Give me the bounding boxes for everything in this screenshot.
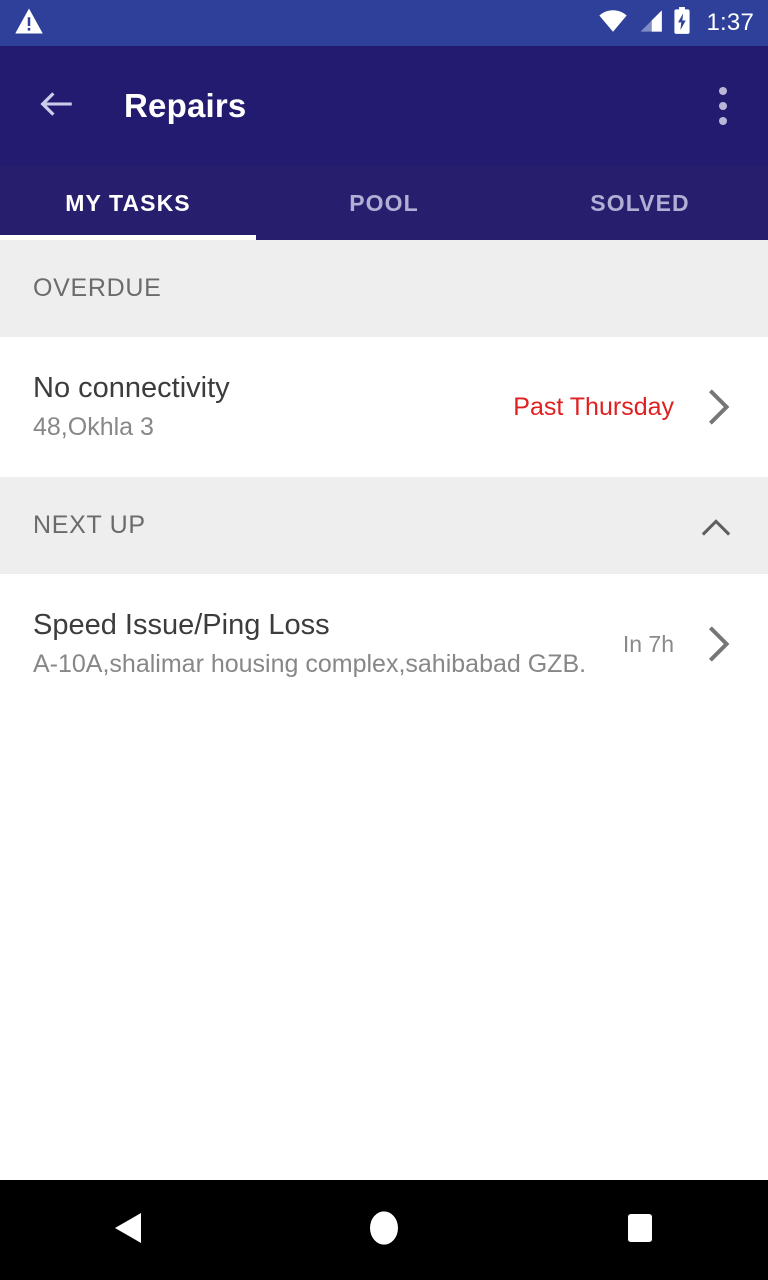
task-title: Speed Issue/Ping Loss — [33, 609, 330, 642]
nav-recents-button[interactable] — [580, 1180, 700, 1280]
task-row-meta: In 7h — [623, 618, 746, 670]
tab-pool[interactable]: POOL — [256, 166, 512, 240]
wifi-icon — [598, 9, 628, 38]
task-row[interactable]: No connectivity 48,Okhla 3 Past Thursday — [0, 337, 768, 477]
nav-home-button[interactable] — [324, 1180, 444, 1280]
chevron-up-icon[interactable] — [694, 504, 738, 548]
task-row-meta: Past Thursday — [513, 381, 746, 433]
tab-bar: MY TASKS POOL SOLVED — [0, 166, 768, 240]
warning-triangle-icon — [14, 7, 44, 40]
nav-home-icon — [367, 1209, 401, 1252]
task-row[interactable]: Speed Issue/Ping Loss A-10A,shalimar hou… — [0, 574, 768, 714]
chevron-right-icon[interactable] — [694, 618, 746, 670]
task-due-badge: In 7h — [622, 630, 674, 657]
task-address: A-10A,shalimar housing complex,sahibabad… — [33, 650, 587, 679]
back-button[interactable] — [34, 84, 78, 128]
task-list: OVERDUE No connectivity 48,Okhla 3 Past … — [0, 240, 768, 1180]
battery-charging-icon — [672, 6, 692, 40]
status-bar-left — [14, 7, 44, 40]
arrow-back-icon — [38, 89, 74, 124]
system-navigation-bar — [0, 1180, 768, 1280]
tab-my-tasks[interactable]: MY TASKS — [0, 166, 256, 240]
task-row-text: No connectivity 48,Okhla 3 — [33, 370, 513, 444]
section-title: OVERDUE — [33, 274, 162, 302]
status-bar: 1:37 — [0, 0, 768, 46]
nav-back-icon — [111, 1210, 145, 1251]
chevron-right-icon[interactable] — [694, 381, 746, 433]
task-due-badge: Past Thursday — [513, 392, 674, 421]
active-tab-indicator — [0, 235, 256, 240]
overflow-menu-icon-dot2 — [719, 102, 727, 110]
section-header-overdue[interactable]: OVERDUE — [0, 240, 768, 337]
nav-back-button[interactable] — [68, 1180, 188, 1280]
overflow-menu-icon-dot3 — [719, 117, 727, 125]
task-title: No connectivity — [33, 372, 230, 405]
section-header-next-up[interactable]: NEXT UP — [0, 477, 768, 574]
status-bar-clock: 1:37 — [706, 9, 754, 36]
app-bar: Repairs — [0, 46, 768, 166]
tab-solved[interactable]: SOLVED — [512, 166, 768, 240]
overflow-menu-button[interactable] — [700, 81, 746, 131]
app-screen: 1:37 Repairs MY TASKS POOL SOLVED OVERDU… — [0, 0, 768, 1280]
overflow-menu-icon — [719, 87, 727, 95]
task-address: 48,Okhla 3 — [33, 413, 154, 442]
cellular-signal-icon — [637, 9, 663, 38]
nav-recents-icon — [625, 1211, 655, 1250]
page-title: Repairs — [124, 87, 247, 124]
status-bar-right: 1:37 — [598, 6, 754, 40]
section-title: NEXT UP — [33, 511, 146, 539]
task-row-text: Speed Issue/Ping Loss A-10A,shalimar hou… — [33, 607, 623, 681]
